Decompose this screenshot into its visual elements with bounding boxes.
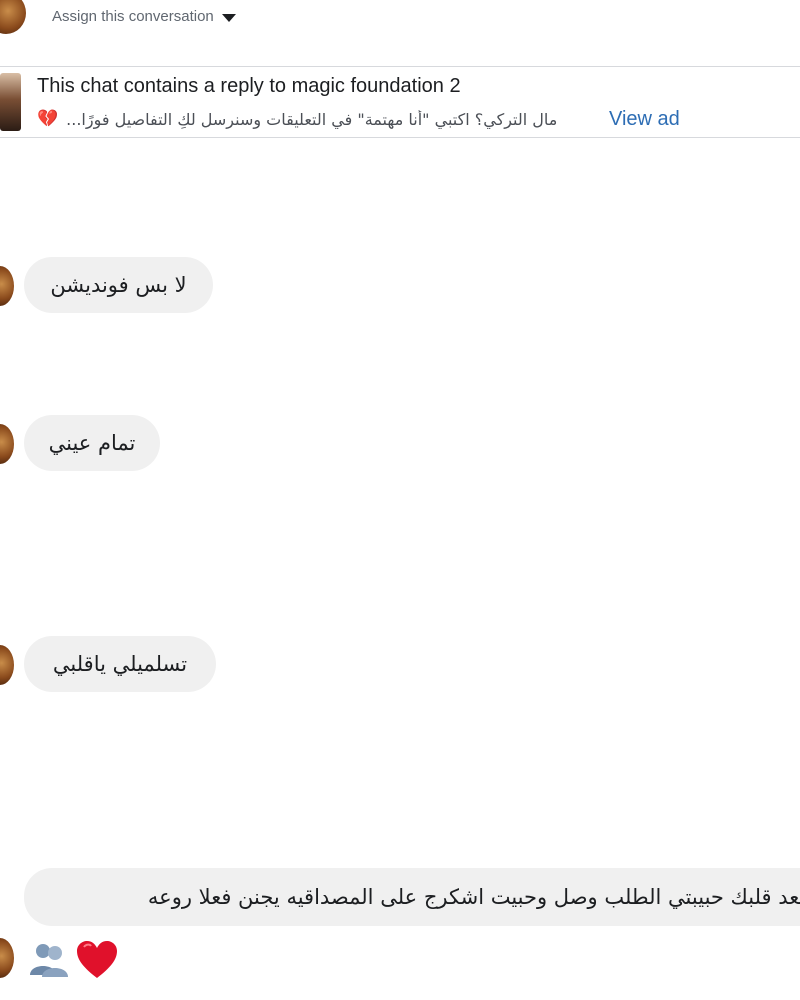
ad-snippet-row: 💔 مال التركي؟ اكتبي "أنا مهتمة" في التعل… (37, 105, 697, 133)
message-bubble[interactable]: لا بس فونديشن (24, 257, 213, 313)
message-text: يسعد قلبك حبيبتي الطلب وصل وحبيت اشكرج ع… (147, 885, 800, 909)
conversation-view: Assign this conversation This chat conta… (0, 0, 800, 1000)
ad-thumbnail[interactable] (0, 73, 21, 131)
message-bubble[interactable]: يسعد قلبك حبيبتي الطلب وصل وحبيت اشكرج ع… (24, 868, 800, 926)
sender-avatar[interactable] (0, 645, 14, 685)
contact-avatar[interactable] (0, 0, 26, 34)
sender-avatar[interactable] (0, 266, 14, 306)
sender-avatar[interactable] (0, 424, 14, 464)
ad-snippet-text: مال التركي؟ اكتبي "أنا مهتمة" في التعليق… (66, 109, 558, 129)
red-heart-icon (77, 941, 117, 978)
emoji-message[interactable] (26, 934, 120, 986)
message-bubble[interactable]: تمام عيني (24, 415, 160, 471)
message-text: لا بس فونديشن (50, 273, 187, 297)
view-ad-link[interactable]: View ad (609, 105, 680, 133)
chevron-down-icon (221, 13, 236, 22)
message-text: تسلميلي ياقلبي (52, 652, 188, 676)
message-bubble[interactable]: تسلميلي ياقلبي (24, 636, 216, 692)
broken-heart-icon: 💔 (37, 108, 59, 129)
ad-reply-banner: This chat contains a reply to magic foun… (0, 66, 800, 138)
sender-avatar[interactable] (0, 938, 14, 978)
message-text: تمام عيني (48, 431, 136, 455)
ad-banner-title: This chat contains a reply to magic foun… (37, 75, 461, 97)
assign-label: Assign this conversation (52, 8, 214, 25)
assign-conversation-dropdown[interactable]: Assign this conversation (52, 8, 236, 25)
people-icon (30, 944, 68, 977)
